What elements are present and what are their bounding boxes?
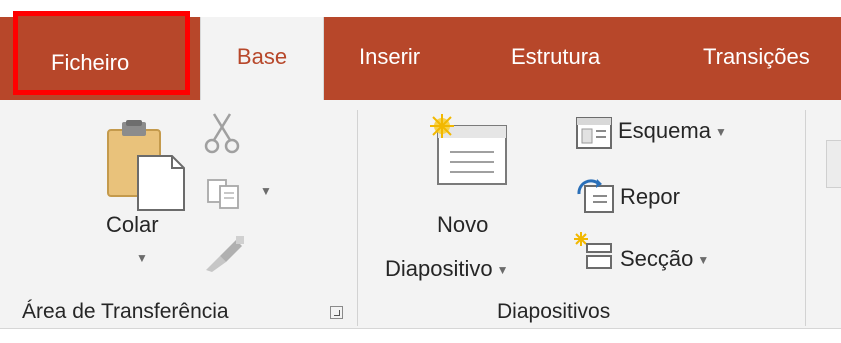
group-separator bbox=[357, 110, 358, 326]
section-label: Secção bbox=[620, 246, 694, 271]
clipboard-dialog-launcher[interactable] bbox=[330, 306, 343, 319]
new-slide-label-line1: Novo bbox=[437, 212, 489, 237]
paste-label: Colar bbox=[106, 212, 159, 237]
tab-design-label: Estrutura bbox=[511, 44, 601, 69]
layout-label: Esquema bbox=[618, 118, 711, 143]
paste-dropdown-arrow[interactable]: ▼ bbox=[132, 244, 148, 270]
ribbon-bottom-edge bbox=[0, 328, 841, 343]
chevron-down-icon: ▼ bbox=[496, 263, 509, 278]
tab-file[interactable]: Ficheiro bbox=[13, 11, 190, 95]
chevron-down-icon: ▼ bbox=[714, 125, 727, 140]
paste-icon bbox=[107, 120, 185, 211]
tab-home[interactable]: Base bbox=[200, 17, 324, 100]
tab-transitions-label: Transições bbox=[703, 44, 810, 69]
tab-insert-label: Inserir bbox=[359, 44, 421, 69]
new-slide-label-line2: Diapositivo bbox=[385, 256, 493, 281]
format-painter-icon[interactable] bbox=[202, 232, 248, 274]
chevron-down-icon: ▼ bbox=[697, 253, 710, 268]
copy-icon bbox=[207, 179, 239, 209]
cut-icon[interactable] bbox=[204, 112, 240, 156]
layout-icon bbox=[576, 117, 612, 149]
ribbon-tab-bar: Ficheiro Base Inserir Estrutura Transiçõ… bbox=[0, 0, 841, 100]
chevron-down-icon: ▼ bbox=[136, 251, 148, 266]
tab-design[interactable]: Estrutura bbox=[511, 42, 600, 72]
tab-file-label: Ficheiro bbox=[51, 50, 130, 75]
new-slide-icon bbox=[430, 114, 507, 185]
tab-home-label: Base bbox=[236, 44, 288, 69]
reset-label: Repor bbox=[620, 184, 680, 209]
clipboard-group-label: Área de Transferência bbox=[22, 300, 229, 323]
slides-group-label: Diapositivos bbox=[497, 300, 611, 323]
reset-icon bbox=[577, 179, 614, 213]
tab-transitions[interactable]: Transições bbox=[703, 42, 810, 72]
copy-dropdown-icon: ▼ bbox=[260, 184, 272, 198]
group-separator bbox=[805, 110, 806, 326]
section-icon bbox=[574, 232, 612, 269]
font-name-box-partial[interactable] bbox=[826, 140, 841, 188]
tab-insert[interactable]: Inserir bbox=[359, 42, 420, 72]
